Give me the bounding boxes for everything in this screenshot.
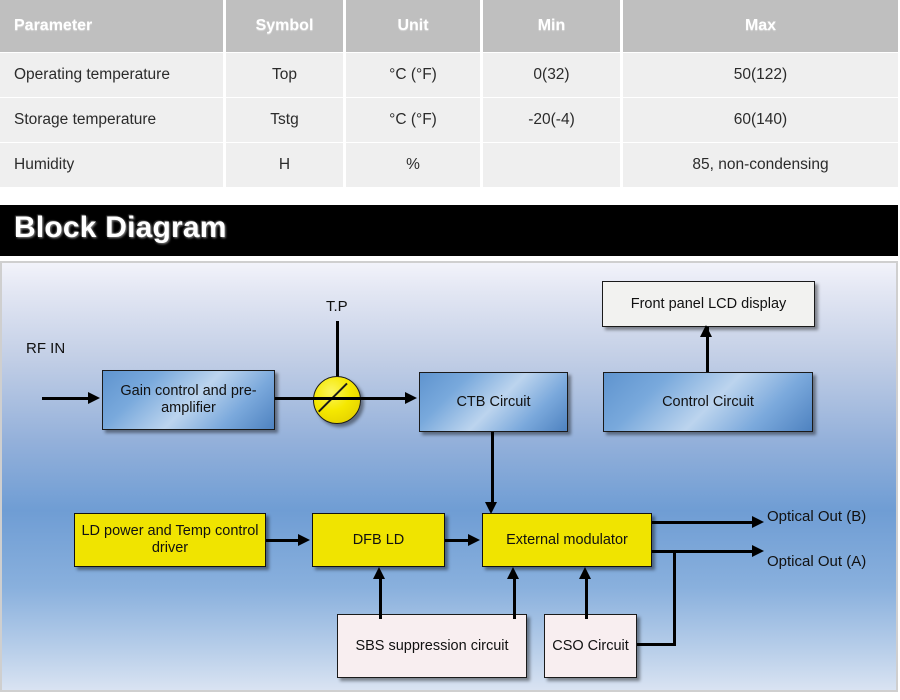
connector-sbs-to-dfbld [379, 579, 382, 619]
cell-unit: °C (°F) [346, 53, 480, 97]
test-point-icon [313, 376, 361, 424]
table-row: Storage temperature Tstg °C (°F) -20(-4)… [0, 98, 900, 142]
cell-parameter: Humidity [0, 143, 223, 187]
block-gain-control: Gain control and pre-amplifier [102, 370, 275, 430]
arrowhead-rfin-to-gain [88, 392, 100, 404]
arrowhead-control-to-lcd [700, 325, 712, 337]
cell-symbol: Tstg [226, 98, 343, 142]
cell-unit: °C (°F) [346, 98, 480, 142]
connector-testpoint-stub [336, 321, 339, 381]
connector-through-testpoint [313, 397, 361, 400]
column-header-min: Min [483, 0, 620, 52]
connector-modulator-out-a [652, 550, 758, 553]
section-title-bar: Block Diagram [0, 205, 898, 256]
label-test-point: T.P [326, 298, 348, 315]
cell-symbol: H [226, 143, 343, 187]
table-row: Operating temperature Top °C (°F) 0(32) … [0, 53, 900, 97]
connector-cso-to-modulator [585, 579, 588, 619]
arrowhead-lddriver-to-dfbld [298, 534, 310, 546]
label-optical-out-b: Optical Out (B) [767, 508, 867, 525]
cell-max: 50(122) [623, 53, 898, 97]
cell-min [483, 143, 620, 187]
block-ld-driver: LD power and Temp control driver [74, 513, 266, 567]
connector-tap-vertical [673, 550, 676, 646]
cell-unit: % [346, 143, 480, 187]
column-header-parameter: Parameter [0, 0, 223, 52]
column-header-unit: Unit [346, 0, 480, 52]
connector-modulator-out-b [652, 521, 758, 524]
column-header-symbol: Symbol [226, 0, 343, 52]
specifications-table: Parameter Symbol Unit Min Max Operating … [0, 0, 900, 188]
block-front-panel-lcd: Front panel LCD display [602, 281, 815, 327]
column-header-max: Max [623, 0, 898, 52]
cell-max: 85, non-condensing [623, 143, 898, 187]
table-header-row: Parameter Symbol Unit Min Max [0, 0, 900, 52]
block-external-modulator: External modulator [482, 513, 652, 567]
block-ctb-circuit: CTB Circuit [419, 372, 568, 432]
connector-sbs-to-modulator [513, 579, 516, 619]
block-sbs-circuit: SBS suppression circuit [337, 614, 527, 678]
connector-ctb-to-modulator [491, 432, 494, 508]
section-title: Block Diagram [14, 211, 227, 244]
cell-parameter: Storage temperature [0, 98, 223, 142]
arrowhead-optical-out-a [752, 545, 764, 557]
cell-symbol: Top [226, 53, 343, 97]
arrowhead-sbs-to-dfbld [373, 567, 385, 579]
connector-lddriver-to-dfbld [266, 539, 302, 542]
arrowhead-testpoint-to-ctb [405, 392, 417, 404]
arrowhead-optical-out-b [752, 516, 764, 528]
block-dfb-ld: DFB LD [312, 513, 445, 567]
cell-parameter: Operating temperature [0, 53, 223, 97]
cell-min: -20(-4) [483, 98, 620, 142]
arrowhead-sbs-to-modulator [507, 567, 519, 579]
connector-testpoint-to-ctb [361, 397, 411, 400]
table-row: Humidity H % 85, non-condensing [0, 143, 900, 187]
label-rf-in: RF IN [26, 340, 66, 357]
connector-gain-to-testpoint [275, 397, 315, 400]
block-cso-circuit: CSO Circuit [544, 614, 637, 678]
arrowhead-cso-to-modulator [579, 567, 591, 579]
cell-min: 0(32) [483, 53, 620, 97]
block-diagram-canvas: RF IN T.P Optical Out (B) Optical Out (A… [0, 261, 898, 692]
label-optical-out-a: Optical Out (A) [767, 553, 867, 570]
arrowhead-dfbld-to-modulator [468, 534, 480, 546]
cell-max: 60(140) [623, 98, 898, 142]
page-root: Parameter Symbol Unit Min Max Operating … [0, 0, 900, 700]
connector-rfin-to-gain [42, 397, 94, 400]
block-control-circuit: Control Circuit [603, 372, 813, 432]
